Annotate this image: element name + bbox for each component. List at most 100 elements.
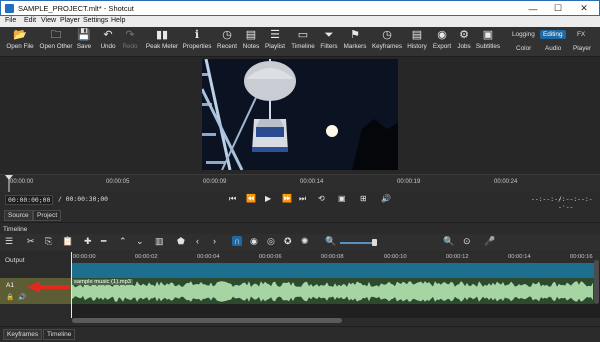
ripple-icon[interactable]: ◎ xyxy=(267,236,275,247)
ripple-all-icon[interactable]: ✪ xyxy=(284,236,292,247)
timeline-ruler-label: 00:00:12 xyxy=(446,254,469,260)
grid-icon[interactable]: ⊞ xyxy=(360,194,367,203)
volume-icon[interactable]: 🔊 xyxy=(381,194,391,203)
zoom-fit-icon[interactable]: ▣ xyxy=(338,194,346,203)
subtitles-button[interactable]: ▣ Subtitles xyxy=(469,28,507,50)
lift-icon[interactable]: ⌃ xyxy=(119,236,127,247)
viewer-ruler[interactable]: 00:00:00 00:00:05 00:00:09 00:00:14 00:0… xyxy=(0,174,600,193)
next-marker-icon[interactable]: › xyxy=(213,236,216,246)
clock-icon: ◷ xyxy=(222,29,232,41)
timeline-ruler[interactable]: 00:00:00 00:00:02 00:00:04 00:00:06 00:0… xyxy=(71,252,600,263)
menu-player[interactable]: Player xyxy=(60,17,80,24)
ripple-markers-icon[interactable]: ✺ xyxy=(301,236,309,247)
output-track-label: Output xyxy=(5,257,25,264)
append-icon[interactable]: ✚ xyxy=(84,236,92,247)
marker-add-icon[interactable]: ⬟ xyxy=(177,236,185,247)
timeline-ruler-label: 00:00:14 xyxy=(508,254,531,260)
lock-icon[interactable]: 🔒 xyxy=(6,293,14,301)
copy-icon[interactable]: ⎘ xyxy=(45,236,52,247)
timeline-ruler-label: 00:00:08 xyxy=(321,254,344,260)
open-file-button[interactable]: 📂 Open File xyxy=(1,28,39,50)
layout-fx-button[interactable]: FX xyxy=(574,30,588,39)
ruler-label: 00:00:14 xyxy=(300,179,324,185)
minimize-button[interactable]: — xyxy=(522,1,544,16)
ruler-label: 00:00:05 xyxy=(106,179,130,185)
keyframe-icon: ◷ xyxy=(382,29,392,41)
zoom-fit-timeline-icon[interactable]: ⊙ xyxy=(463,236,471,247)
subtitles-icon: ▣ xyxy=(482,29,494,41)
tab-project[interactable]: Project xyxy=(33,210,62,221)
window-title: SAMPLE_PROJECT.mlt* - Shotcut xyxy=(18,4,134,13)
timeline-toolbar: ☰ ✂ ⎘ 📋 ✚ ━ ⌃ ⌄ ▥ ⬟ ‹ › ∩ ◉ ◎ ✪ ✺ 🔍 🔍 ⊙ … xyxy=(0,234,600,251)
position-timecode[interactable]: 00:00:00;00 xyxy=(5,195,54,205)
output-track-strip[interactable] xyxy=(71,263,594,278)
timeline-icon: ▭ xyxy=(297,29,309,41)
rewind-icon[interactable]: ⏪ xyxy=(246,194,256,203)
vertical-scrollbar[interactable] xyxy=(594,260,599,304)
redo-icon: ↷ xyxy=(125,29,135,41)
ruler-label: 00:00:09 xyxy=(203,179,227,185)
menu-file[interactable]: File xyxy=(5,17,16,24)
fast-forward-icon[interactable]: ⏩ xyxy=(282,194,292,203)
timeline-ruler-label: 00:00:00 xyxy=(73,254,96,260)
menu-help[interactable]: Help xyxy=(111,17,125,24)
folder-plus-icon: 🗀 xyxy=(50,29,62,41)
main-toolbar: 📂 Open File 🗀 Open Other 💾 Save ↶ Undo ↷ Redo… xyxy=(0,27,600,57)
layout-audio-button[interactable]: Audio xyxy=(542,44,564,53)
mute-icon[interactable]: 🔊 xyxy=(18,293,26,301)
filter-icon: ⏷ xyxy=(324,29,334,41)
menu-view[interactable]: View xyxy=(41,17,56,24)
layout-logging-button[interactable]: Logging xyxy=(509,30,538,39)
ruler-label: 00:00:24 xyxy=(494,179,518,185)
viewer-tabs: Source Project xyxy=(0,208,600,223)
skip-end-icon[interactable]: ⏭ xyxy=(299,194,306,204)
zoom-in-icon[interactable]: 🔍 xyxy=(443,236,454,247)
audio-clip[interactable] xyxy=(71,278,594,304)
timeline-ruler-label: 00:00:16 xyxy=(570,254,593,260)
record-audio-icon[interactable]: 🎤 xyxy=(484,236,495,247)
tab-timeline[interactable]: Timeline xyxy=(43,329,76,340)
scrub-icon[interactable]: ◉ xyxy=(250,236,258,247)
folder-icon: 📂 xyxy=(13,29,27,41)
play-icon[interactable]: ▶ xyxy=(265,194,271,203)
notes-icon: ▤ xyxy=(245,29,257,41)
ripple-delete-icon[interactable]: ━ xyxy=(101,236,106,247)
zoom-slider[interactable] xyxy=(340,242,376,244)
ferris-wheel-image xyxy=(202,59,398,170)
cut-icon[interactable]: ✂ xyxy=(27,236,35,247)
audio-waveform xyxy=(71,281,593,302)
timeline-ruler-label: 00:00:04 xyxy=(197,254,220,260)
a1-track-label: A1 xyxy=(6,282,14,289)
layout-color-button[interactable]: Color xyxy=(513,44,534,53)
tab-source[interactable]: Source xyxy=(4,210,33,221)
bottom-tabs: Keyframes Timeline xyxy=(0,326,600,342)
title-bar: SAMPLE_PROJECT.mlt* - Shotcut — ☐ ✕ xyxy=(0,0,600,16)
skip-start-icon[interactable]: ⏮ xyxy=(229,194,236,204)
peak-meter-button[interactable]: ▮▮ Peak Meter xyxy=(143,28,181,50)
layout-editing-button[interactable]: Editing xyxy=(540,30,566,39)
layout-player-button[interactable]: Player xyxy=(570,44,594,53)
close-button[interactable]: ✕ xyxy=(573,1,595,16)
timeline-ruler-label: 00:00:02 xyxy=(135,254,158,260)
gear-icon: ⚙ xyxy=(459,29,469,41)
timeline-menu-icon[interactable]: ☰ xyxy=(5,236,13,247)
zoom-out-icon[interactable]: 🔍 xyxy=(325,236,336,247)
loop-icon[interactable]: ⟲ xyxy=(318,194,325,203)
timeline-playhead[interactable] xyxy=(71,252,72,318)
history-icon: ▤ xyxy=(411,29,423,41)
paste-icon[interactable]: 📋 xyxy=(62,236,73,247)
horizontal-scrollbar[interactable] xyxy=(72,318,342,323)
menu-settings[interactable]: Settings xyxy=(83,17,108,24)
snap-icon[interactable]: ∩ xyxy=(232,236,243,246)
video-frame xyxy=(202,59,398,170)
zoom-slider-handle[interactable] xyxy=(372,239,377,246)
tab-keyframes[interactable]: Keyframes xyxy=(3,329,43,340)
menu-edit[interactable]: Edit xyxy=(24,17,36,24)
timeline-ruler-label: 00:00:06 xyxy=(259,254,282,260)
split-icon[interactable]: ▥ xyxy=(155,236,164,247)
timeline-panel-title: Timeline xyxy=(3,226,28,233)
menu-bar: File Edit View Player Settings Help xyxy=(0,16,600,27)
overwrite-icon[interactable]: ⌄ xyxy=(136,236,144,247)
maximize-button[interactable]: ☐ xyxy=(547,1,569,16)
previous-marker-icon[interactable]: ‹ xyxy=(196,236,199,246)
